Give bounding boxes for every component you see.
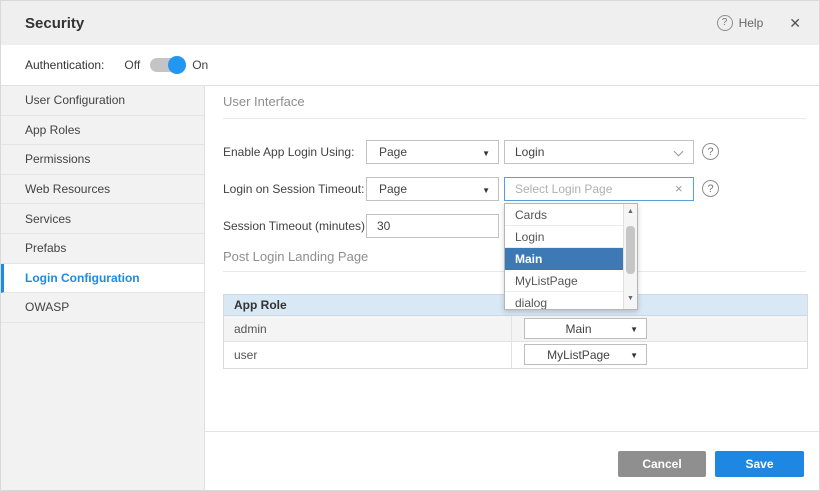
enable-app-login-label: Enable App Login Using: — [223, 140, 354, 164]
table-row-user: user MyListPage ▼ — [224, 342, 807, 368]
sidebar-item-app-roles[interactable]: App Roles — [1, 116, 204, 146]
help-icon: ? — [717, 15, 733, 31]
section-heading-user-interface: User Interface — [223, 94, 305, 109]
section-divider — [223, 118, 806, 119]
sidebar-item-login-configuration[interactable]: Login Configuration — [1, 264, 204, 294]
user-landing-page-select[interactable]: MyListPage ▼ — [524, 344, 647, 365]
cancel-button[interactable]: Cancel — [618, 451, 706, 477]
sidebar-item-permissions[interactable]: Permissions — [1, 145, 204, 175]
save-button[interactable]: Save — [715, 451, 804, 477]
scroll-down-icon[interactable]: ▼ — [624, 292, 637, 305]
sidebar: User Configuration App Roles Permissions… — [1, 86, 205, 491]
sidebar-item-owasp[interactable]: OWASP — [1, 293, 204, 323]
page-title: Security — [25, 15, 84, 32]
dropdown-option-dialog[interactable]: dialog — [505, 292, 637, 310]
chevron-down-icon — [674, 147, 684, 157]
role-cell: admin — [224, 316, 512, 341]
session-timeout-input[interactable] — [366, 214, 499, 238]
main-content: User Interface Enable App Login Using: P… — [205, 86, 819, 491]
page-cell: Main ▼ — [512, 316, 807, 341]
section-heading-post-login: Post Login Landing Page — [223, 249, 368, 264]
sidebar-item-user-configuration[interactable]: User Configuration — [1, 86, 204, 116]
session-timeout-login-label: Login on Session Timeout: — [223, 177, 364, 201]
authentication-toggle[interactable] — [150, 57, 184, 73]
dropdown-option-main-selected[interactable]: Main — [505, 248, 637, 270]
table-row-admin: admin Main ▼ — [224, 316, 807, 342]
timeout-type-select[interactable]: Page ▼ — [366, 177, 499, 201]
clear-icon[interactable]: × — [675, 181, 683, 196]
select-arrow-icon: ▼ — [482, 149, 490, 158]
sidebar-item-web-resources[interactable]: Web Resources — [1, 175, 204, 205]
sidebar-item-services[interactable]: Services — [1, 204, 204, 234]
help-button[interactable]: ? Help — [717, 15, 764, 31]
authentication-label: Authentication: — [25, 58, 104, 72]
toggle-off-label: Off — [124, 58, 140, 72]
dropdown-option-cards[interactable]: Cards — [505, 204, 637, 226]
help-icon[interactable]: ? — [702, 180, 719, 197]
login-page-combobox[interactable]: Login — [504, 140, 694, 164]
close-icon[interactable]: ✕ — [789, 15, 801, 32]
titlebar: Security ? Help ✕ — [1, 1, 819, 45]
select-arrow-icon: ▼ — [630, 351, 638, 360]
select-arrow-icon: ▼ — [630, 325, 638, 334]
session-timeout-minutes-label: Session Timeout (minutes): — [223, 214, 368, 238]
login-type-select[interactable]: Page ▼ — [366, 140, 499, 164]
authentication-bar: Authentication: Off On — [1, 45, 819, 86]
dropdown-scrollbar[interactable]: ▲ ▼ — [623, 204, 637, 309]
admin-landing-page-select[interactable]: Main ▼ — [524, 318, 647, 339]
select-login-page-input[interactable] — [504, 177, 694, 201]
scrollbar-thumb[interactable] — [626, 226, 635, 274]
footer-divider — [205, 431, 819, 432]
toggle-knob — [168, 56, 186, 74]
page-cell: MyListPage ▼ — [512, 342, 807, 368]
select-arrow-icon: ▼ — [482, 186, 490, 195]
toggle-on-label: On — [192, 58, 208, 72]
security-dialog: Security ? Help ✕ Authentication: Off On… — [0, 0, 820, 491]
help-icon[interactable]: ? — [702, 143, 719, 160]
dropdown-option-mylistpage[interactable]: MyListPage — [505, 270, 637, 292]
help-label: Help — [739, 16, 764, 30]
scroll-up-icon[interactable]: ▲ — [624, 205, 637, 218]
role-cell: user — [224, 342, 512, 368]
dropdown-option-login[interactable]: Login — [505, 226, 637, 248]
sidebar-item-prefabs[interactable]: Prefabs — [1, 234, 204, 264]
login-page-dropdown-list: Cards Login Main MyListPage dialog ▲ ▼ — [504, 203, 638, 310]
